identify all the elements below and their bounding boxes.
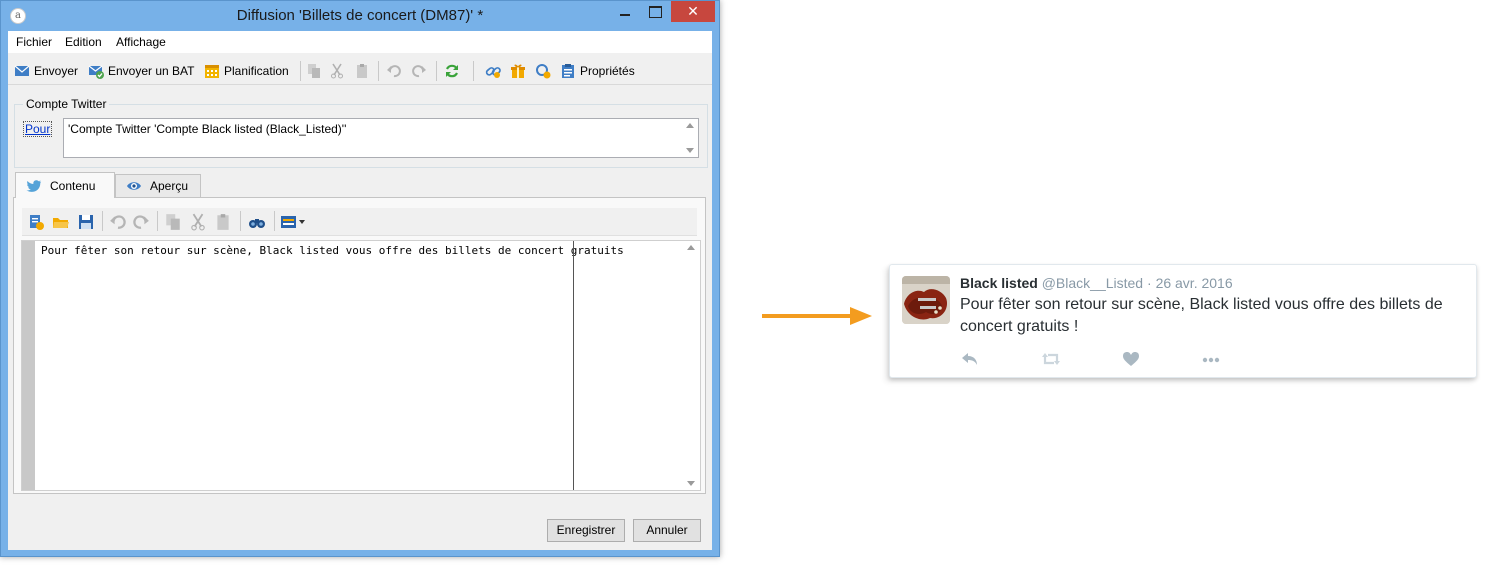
guitar-avatar-image — [902, 276, 950, 324]
menu-edition[interactable]: Edition — [65, 35, 102, 49]
twitter-account-group: Compte Twitter Pour 'Compte Twitter 'Com… — [14, 97, 708, 168]
clipboard-icon[interactable] — [214, 213, 232, 231]
tweet-text: Pour fêter son retour sur scène, Black l… — [960, 296, 1443, 335]
arrow-right-icon — [762, 307, 872, 325]
save-button[interactable]: Enregistrer — [547, 519, 625, 542]
cancel-button[interactable]: Annuler — [633, 519, 701, 542]
send-proof-label: Envoyer un BAT — [108, 64, 195, 78]
window-client: Fichier Edition Affichage Envoyer Envoye… — [8, 31, 712, 550]
to-value: 'Compte Twitter 'Compte Black listed (Bl… — [68, 122, 347, 136]
toolbar-separator — [274, 211, 275, 231]
envelope-icon — [14, 65, 30, 76]
redo-icon[interactable] — [132, 213, 150, 231]
minimize-button[interactable] — [611, 1, 639, 22]
calendar-icon — [205, 65, 219, 78]
retweet-icon[interactable] — [1041, 351, 1061, 367]
binoculars-icon[interactable] — [248, 213, 266, 231]
editor-toolbar — [22, 208, 697, 236]
insert-dropdown-icon[interactable] — [280, 213, 308, 231]
editor-content[interactable]: Pour fêter son retour sur scène, Black l… — [41, 244, 624, 257]
title-bar[interactable]: a Diffusion 'Billets de concert (DM87)' … — [1, 1, 719, 31]
tweet-date[interactable]: 26 avr. 2016 — [1156, 275, 1233, 291]
editor-gutter — [22, 241, 35, 490]
group-legend: Compte Twitter — [23, 97, 110, 111]
send-label: Envoyer — [34, 64, 79, 78]
send-button[interactable]: Envoyer — [14, 62, 78, 80]
menu-bar: Fichier Edition Affichage — [8, 31, 712, 53]
reply-icon[interactable] — [960, 351, 980, 367]
scroll-down-icon[interactable] — [687, 481, 695, 486]
undo-button[interactable] — [386, 62, 406, 80]
tab-preview[interactable]: Aperçu — [115, 174, 201, 197]
scroll-up-icon[interactable] — [686, 123, 694, 128]
toolbar-separator — [436, 61, 437, 81]
main-toolbar: Envoyer Envoyer un BAT Planification Pro… — [8, 55, 712, 85]
toolbar-separator — [240, 211, 241, 231]
eye-icon — [127, 182, 141, 190]
tweet-card: Black listed @Black__Listed · 26 avr. 20… — [889, 264, 1477, 378]
content-tab-panel: Pour fêter son retour sur scène, Black l… — [13, 197, 706, 494]
tweet-header: Black listed @Black__Listed · 26 avr. 20… — [960, 275, 1233, 291]
delivery-window: a Diffusion 'Billets de concert (DM87)' … — [0, 0, 720, 557]
tab-preview-label: Aperçu — [150, 179, 189, 193]
editor-scrollbar[interactable] — [683, 241, 700, 490]
schedule-label: Planification — [224, 64, 289, 78]
toolbar-separator — [300, 61, 301, 81]
link-icon — [485, 67, 501, 78]
refresh-icon — [446, 64, 458, 78]
audit-button[interactable] — [535, 62, 555, 80]
editor-margin-line — [573, 241, 574, 490]
to-link[interactable]: Pour — [23, 121, 53, 137]
copy-button[interactable] — [306, 62, 326, 80]
offer-button[interactable] — [510, 62, 530, 80]
undo-icon — [387, 65, 401, 78]
scroll-up-icon[interactable] — [687, 245, 695, 250]
clipboard-icon — [357, 64, 367, 78]
like-icon[interactable] — [1121, 351, 1141, 367]
redo-button[interactable] — [411, 62, 431, 80]
to-field-scrollbar[interactable] — [682, 119, 698, 157]
toolbar-separator — [157, 211, 158, 231]
open-folder-icon[interactable] — [52, 213, 70, 231]
maximize-button[interactable] — [641, 1, 669, 22]
twitter-bird-icon — [26, 179, 42, 192]
to-field[interactable]: 'Compte Twitter 'Compte Black listed (Bl… — [63, 118, 699, 158]
envelope-check-icon — [88, 65, 104, 79]
link-button[interactable] — [485, 62, 505, 80]
tab-content-label: Contenu — [50, 178, 96, 193]
tab-content[interactable]: Contenu — [15, 172, 115, 198]
toolbar-separator — [473, 61, 474, 81]
scissors-icon[interactable] — [189, 213, 207, 231]
paste-button[interactable] — [354, 62, 374, 80]
avatar — [902, 276, 950, 324]
menu-fichier[interactable]: Fichier — [16, 35, 52, 49]
copy-icon — [308, 64, 320, 78]
more-icon[interactable] — [1201, 351, 1221, 367]
tweet-handle[interactable]: @Black__Listed — [1042, 275, 1143, 291]
undo-icon[interactable] — [109, 213, 127, 231]
toolbar-separator — [378, 61, 379, 81]
new-document-icon[interactable] — [27, 213, 45, 231]
properties-label: Propriétés — [580, 64, 635, 78]
copy-icon[interactable] — [164, 213, 182, 231]
sync-settings-icon — [536, 64, 551, 79]
redo-icon — [412, 65, 426, 78]
menu-affichage[interactable]: Affichage — [116, 35, 166, 49]
refresh-button[interactable] — [444, 62, 464, 80]
toolbar-separator — [102, 211, 103, 231]
gift-icon — [511, 64, 525, 78]
tweet-editor[interactable]: Pour fêter son retour sur scène, Black l… — [21, 240, 701, 491]
close-button[interactable]: ✕ — [671, 1, 715, 22]
save-icon[interactable] — [77, 213, 95, 231]
schedule-button[interactable]: Planification — [204, 62, 289, 80]
cut-button[interactable] — [329, 62, 349, 80]
tweet-separator: · — [1147, 275, 1152, 291]
scissors-icon — [331, 63, 343, 79]
properties-button[interactable]: Propriétés — [560, 62, 635, 80]
send-proof-button[interactable]: Envoyer un BAT — [88, 62, 194, 80]
scroll-down-icon[interactable] — [686, 148, 694, 153]
close-icon: ✕ — [687, 3, 699, 19]
tweet-display-name[interactable]: Black listed — [960, 275, 1038, 291]
properties-clipboard-icon — [562, 64, 574, 78]
